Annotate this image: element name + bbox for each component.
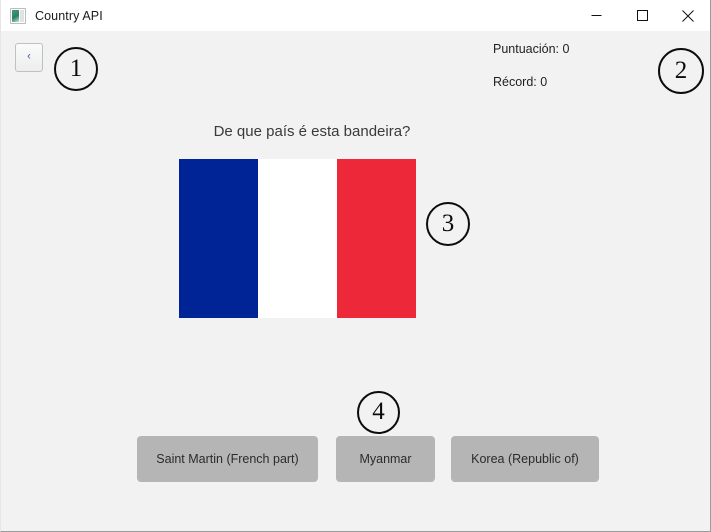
score-panel: Puntuación: 0 Récord: 0 [493,42,613,90]
score-record: Récord: 0 [493,74,548,89]
flag-band-white [258,159,337,318]
close-icon [682,9,694,22]
maximize-icon [636,10,648,21]
minimize-icon [591,10,602,21]
question-text: De que país é esta bandeira? [213,123,411,140]
close-button[interactable] [665,0,710,31]
answer-button-0[interactable]: Saint Martin (French part) [137,436,318,482]
back-button[interactable]: ‹ [15,43,43,72]
answer-button-1[interactable]: Myanmar [336,436,435,482]
answer-options: Saint Martin (French part) Myanmar Korea… [137,436,599,482]
application-window: Country API ‹ Puntuación: 0 Récord: 0 De… [0,0,711,532]
flag-band-blue [179,159,259,318]
title-bar: Country API [1,0,710,32]
flag-image [179,159,416,318]
flag-band-red [337,159,416,318]
minimize-button[interactable] [573,0,619,31]
score-points: Puntuación: 0 [493,42,570,56]
app-window-icon [10,7,26,24]
client-area: ‹ Puntuación: 0 Récord: 0 De que país é … [1,31,710,531]
window-controls [573,0,710,31]
window-title: Country API [35,8,103,23]
chevron-left-icon: ‹ [27,50,31,63]
maximize-button[interactable] [619,0,665,31]
answer-button-2[interactable]: Korea (Republic of) [451,436,599,482]
